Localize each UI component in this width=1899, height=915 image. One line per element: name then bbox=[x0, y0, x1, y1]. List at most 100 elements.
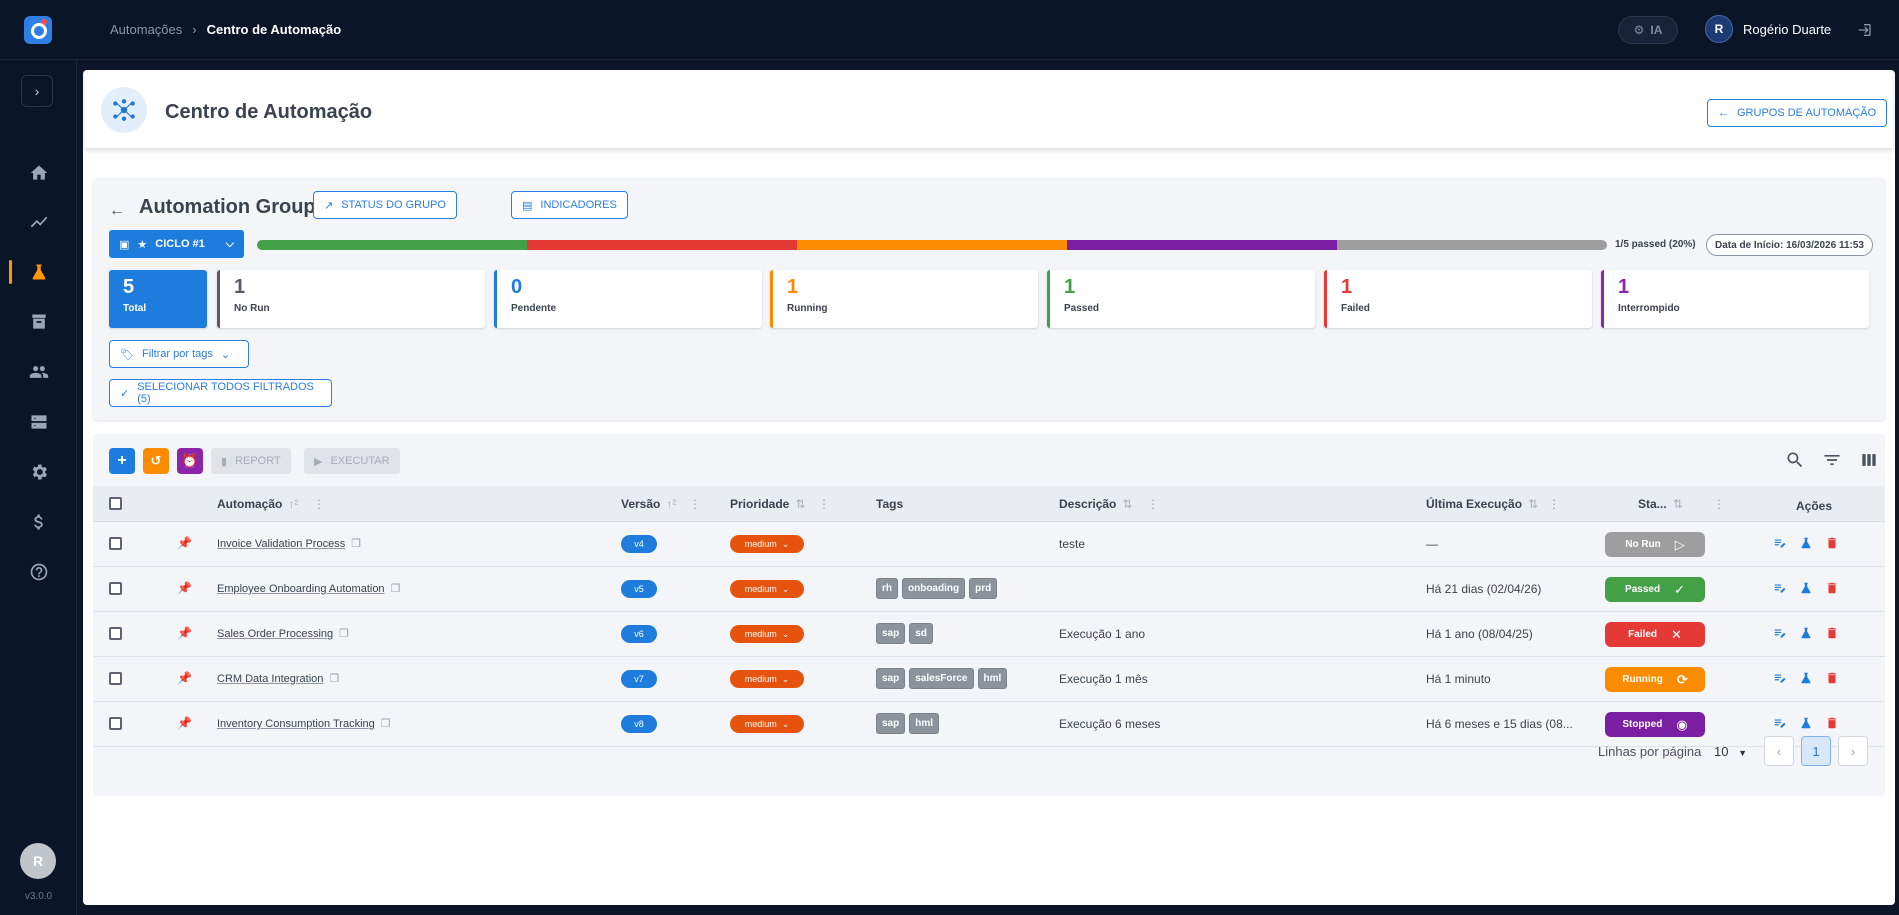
tag-chip[interactable]: onboading bbox=[902, 578, 966, 599]
priority-select[interactable]: medium ⌄ bbox=[730, 670, 804, 688]
copy-icon[interactable]: ❐ bbox=[391, 582, 401, 595]
table-row[interactable]: 📌 Sales Order Processing ❐ v6 medium ⌄ sap sd Ex… bbox=[93, 612, 1885, 657]
tag-chip[interactable]: sap bbox=[876, 713, 906, 734]
stat-card-pending[interactable]: 0 Pendente bbox=[494, 270, 762, 328]
tag-chip[interactable]: salesForce bbox=[909, 668, 974, 689]
edit-icon[interactable] bbox=[1773, 671, 1787, 685]
archive-icon[interactable] bbox=[0, 302, 77, 342]
sort-icon[interactable]: ↑² bbox=[666, 497, 676, 511]
sidebar-avatar[interactable]: R bbox=[20, 843, 56, 879]
pin-icon[interactable]: 📌 bbox=[177, 536, 192, 550]
tag-chip[interactable]: sap bbox=[876, 623, 906, 644]
column-menu-icon[interactable]: ⋮ bbox=[1147, 497, 1159, 511]
app-logo[interactable] bbox=[24, 16, 52, 44]
pin-icon[interactable]: 📌 bbox=[177, 626, 192, 640]
indicators-button[interactable]: ▤ INDICADORES bbox=[511, 191, 628, 219]
table-row[interactable]: 📌 Invoice Validation Process ❐ v4 medium ⌄ tes… bbox=[93, 522, 1885, 567]
select-all-checkbox[interactable] bbox=[109, 497, 122, 510]
filter-icon[interactable] bbox=[1822, 450, 1844, 472]
add-button[interactable]: + bbox=[109, 448, 135, 474]
priority-select[interactable]: medium ⌄ bbox=[730, 715, 804, 733]
automation-name-link[interactable]: Employee Onboarding Automation ❐ bbox=[217, 582, 400, 595]
help-icon[interactable] bbox=[0, 552, 77, 592]
row-checkbox[interactable] bbox=[109, 582, 122, 595]
page-button-current[interactable]: 1 bbox=[1801, 736, 1831, 766]
pin-icon[interactable]: 📌 bbox=[177, 581, 192, 595]
execute-button[interactable]: ▶ EXECUTAR bbox=[304, 448, 400, 474]
sort-icon[interactable]: ⇅ bbox=[1122, 497, 1132, 511]
group-status-button[interactable]: ↗ STATUS DO GRUPO bbox=[313, 191, 457, 219]
automation-name-link[interactable]: Inventory Consumption Tracking ❐ bbox=[217, 717, 391, 730]
breadcrumb-parent[interactable]: Automações bbox=[110, 22, 182, 37]
status-badge[interactable]: Running ⟳ bbox=[1605, 667, 1705, 692]
copy-icon[interactable]: ❐ bbox=[381, 717, 391, 730]
column-menu-icon[interactable]: ⋮ bbox=[313, 497, 325, 511]
flask-icon[interactable] bbox=[1799, 716, 1813, 730]
flask-icon[interactable] bbox=[1799, 581, 1813, 595]
rows-per-page-select[interactable]: 10 ▼ bbox=[1714, 744, 1747, 759]
dollar-icon[interactable] bbox=[0, 502, 77, 542]
sort-icon[interactable]: ↑² bbox=[288, 497, 298, 511]
report-button[interactable]: ▮ REPORT bbox=[211, 448, 291, 474]
stat-card-passed[interactable]: 1 Passed bbox=[1047, 270, 1315, 328]
edit-icon[interactable] bbox=[1773, 581, 1787, 595]
priority-select[interactable]: medium ⌄ bbox=[730, 625, 804, 643]
stat-card-no-run[interactable]: 1 No Run bbox=[217, 270, 485, 328]
column-menu-icon[interactable]: ⋮ bbox=[1713, 497, 1725, 511]
sort-icon[interactable]: ⇅ bbox=[1528, 497, 1538, 511]
row-checkbox[interactable] bbox=[109, 627, 122, 640]
tag-chip[interactable]: rh bbox=[876, 578, 898, 599]
tag-chip[interactable]: hml bbox=[909, 713, 940, 734]
column-status[interactable]: Sta... ⇅ ⋮ bbox=[1638, 497, 1725, 511]
delete-icon[interactable] bbox=[1825, 671, 1839, 685]
sidebar-toggle-button[interactable]: › bbox=[21, 75, 53, 107]
priority-select[interactable]: medium ⌄ bbox=[730, 535, 804, 553]
edit-icon[interactable] bbox=[1773, 626, 1787, 640]
status-badge[interactable]: No Run ▷ bbox=[1605, 532, 1705, 557]
delete-icon[interactable] bbox=[1825, 716, 1839, 730]
flask-icon[interactable] bbox=[1799, 536, 1813, 550]
tag-chip[interactable]: hml bbox=[977, 668, 1008, 689]
history-icon[interactable]: ↺ bbox=[143, 448, 169, 474]
prev-page-button[interactable]: ‹ bbox=[1764, 736, 1794, 766]
delete-icon[interactable] bbox=[1825, 581, 1839, 595]
flask-icon[interactable] bbox=[0, 252, 77, 292]
logout-icon[interactable] bbox=[1856, 22, 1872, 38]
column-description[interactable]: Descrição ⇅ ⋮ bbox=[1059, 497, 1159, 511]
chart-icon[interactable] bbox=[0, 202, 77, 242]
row-checkbox[interactable] bbox=[109, 537, 122, 550]
home-icon[interactable] bbox=[0, 153, 77, 193]
stat-card-interrupted[interactable]: 1 Interrompido bbox=[1601, 270, 1869, 328]
column-menu-icon[interactable]: ⋮ bbox=[818, 497, 830, 511]
row-checkbox[interactable] bbox=[109, 717, 122, 730]
priority-select[interactable]: medium ⌄ bbox=[730, 580, 804, 598]
ia-button[interactable]: ⚙ IA bbox=[1618, 16, 1678, 44]
column-last-run[interactable]: Última Execução ⇅ ⋮ bbox=[1426, 497, 1560, 511]
next-page-button[interactable]: › bbox=[1838, 736, 1868, 766]
column-menu-icon[interactable]: ⋮ bbox=[1548, 497, 1560, 511]
copy-icon[interactable]: ❐ bbox=[351, 537, 361, 550]
row-checkbox[interactable] bbox=[109, 672, 122, 685]
flask-icon[interactable] bbox=[1799, 626, 1813, 640]
edit-icon[interactable] bbox=[1773, 716, 1787, 730]
column-version[interactable]: Versão ↑² ⋮ bbox=[621, 497, 701, 511]
select-all-filtered-button[interactable]: ✓ SELECIONAR TODOS FILTRADOS (5) bbox=[109, 379, 332, 407]
automation-groups-button[interactable]: ← GRUPOS DE AUTOMAÇÃO bbox=[1707, 99, 1888, 127]
back-arrow-icon[interactable]: ← bbox=[109, 202, 125, 220]
column-priority[interactable]: Prioridade ⇅ ⋮ bbox=[730, 497, 830, 511]
automation-name-link[interactable]: Sales Order Processing ❐ bbox=[217, 627, 349, 640]
settings-icon[interactable] bbox=[0, 452, 77, 492]
sort-icon[interactable]: ⇅ bbox=[1673, 497, 1683, 511]
tag-chip[interactable]: sap bbox=[876, 668, 906, 689]
table-row[interactable]: 📌 Employee Onboarding Automation ❐ v5 medium… bbox=[93, 567, 1885, 612]
server-icon[interactable] bbox=[0, 402, 77, 442]
delete-icon[interactable] bbox=[1825, 536, 1839, 550]
column-menu-icon[interactable]: ⋮ bbox=[689, 497, 701, 511]
stat-card-total[interactable]: 5 Total bbox=[109, 270, 207, 328]
cycle-selector[interactable]: ▣ ★ CICLO #1 ⌵ bbox=[109, 230, 244, 258]
table-row[interactable]: 📌 CRM Data Integration ❐ v7 medium ⌄ sap salesF… bbox=[93, 657, 1885, 702]
pin-icon[interactable]: 📌 bbox=[177, 716, 192, 730]
stat-card-running[interactable]: 1 Running bbox=[770, 270, 1038, 328]
copy-icon[interactable]: ❐ bbox=[329, 672, 339, 685]
tag-chip[interactable]: sd bbox=[909, 623, 933, 644]
